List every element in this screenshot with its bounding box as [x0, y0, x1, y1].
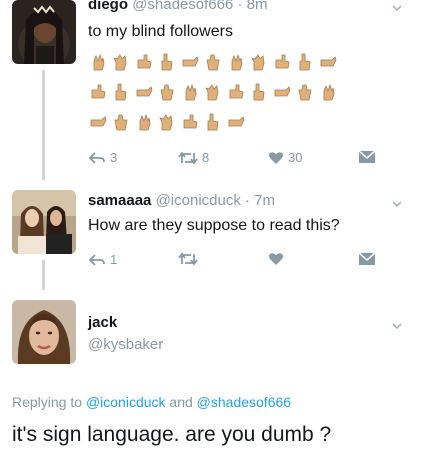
- like-count: 30: [288, 150, 303, 165]
- chevron-down-icon[interactable]: [391, 2, 403, 14]
- hand-emoji-icon: [159, 114, 173, 131]
- hand-emoji-icon: [228, 116, 245, 127]
- hand-emoji-icon: [207, 113, 219, 131]
- hand-emoji-icon: [160, 84, 174, 101]
- hand-emoji-icon: [298, 84, 312, 101]
- hand-emoji-icon: [136, 86, 153, 97]
- avatar-samaaaa[interactable]: [12, 190, 76, 254]
- envelope-icon: [358, 150, 376, 163]
- hand-emoji-icon: [253, 83, 265, 101]
- display-name[interactable]: diego: [88, 0, 128, 13]
- hand-emoji-icon: [139, 113, 151, 131]
- reply-button[interactable]: 1: [88, 252, 117, 267]
- tweet-text: How are they suppose to read this?: [88, 217, 340, 234]
- hand-emoji-icon: [185, 83, 197, 101]
- tweet-text: to my blind followers: [88, 23, 233, 40]
- mention-link[interactable]: @iconicduck: [86, 394, 166, 410]
- hand-emoji-icon: [274, 86, 291, 97]
- hand-emoji-icon: [90, 116, 107, 127]
- hand-emoji-icon: [114, 114, 128, 131]
- user-handle[interactable]: @kysbaker: [88, 336, 163, 353]
- like-button[interactable]: [268, 252, 284, 266]
- hand-emoji-icon: [323, 83, 335, 101]
- envelope-icon: [358, 252, 376, 265]
- replying-to-label: Replying to: [12, 394, 83, 410]
- retweet-button[interactable]: 8: [178, 150, 209, 165]
- avatar-samaaaa-image: [12, 190, 76, 254]
- chevron-down-icon[interactable]: [391, 198, 403, 210]
- chevron-down-icon[interactable]: [391, 320, 403, 332]
- and-word: and: [169, 394, 193, 410]
- hand-emoji-icon: [275, 54, 290, 69]
- avatar-jack-image: [12, 300, 76, 364]
- hand-emoji-icon: [320, 56, 337, 67]
- retweet-button[interactable]: [178, 252, 198, 266]
- thread-line: [42, 260, 45, 290]
- hand-emoji-icon: [183, 114, 198, 129]
- hand-emoji-icon: [115, 83, 127, 101]
- mention-link[interactable]: @shadesof666: [197, 394, 291, 410]
- heart-icon: [269, 151, 283, 164]
- like-button[interactable]: 30: [268, 150, 302, 165]
- dm-button[interactable]: [358, 252, 376, 266]
- avatar-jack[interactable]: [12, 300, 76, 364]
- retweet-count: 8: [202, 150, 210, 165]
- tweet-time[interactable]: · 8m: [237, 0, 267, 13]
- tweet-samaaaa[interactable]: samaaaa @iconicduck · 7m How are they su…: [0, 190, 421, 290]
- retweet-icon: [178, 252, 198, 266]
- retweet-icon: [178, 151, 198, 164]
- user-handle[interactable]: @iconicduck: [156, 192, 241, 209]
- tweet-actions: 1: [88, 252, 388, 270]
- reply-icon: [88, 151, 105, 164]
- tweet-text: it's sign language. are you dumb ?: [12, 423, 332, 446]
- reply-count: 1: [110, 252, 118, 267]
- tweet-diego[interactable]: diego @shadesof666 · 8m to my blind foll…: [0, 0, 421, 180]
- hand-emoji-icon: [137, 54, 152, 69]
- thread-line: [42, 70, 45, 180]
- reply-count: 3: [110, 150, 118, 165]
- tweet-time[interactable]: · 7m: [245, 192, 275, 209]
- hand-emoji-row: [88, 52, 338, 72]
- hand-emoji-icon: [205, 84, 219, 101]
- user-handle[interactable]: @shadesof666: [132, 0, 233, 13]
- reply-button[interactable]: 3: [88, 150, 117, 165]
- hand-emoji-icon: [206, 54, 220, 71]
- display-name[interactable]: samaaaa: [88, 192, 151, 209]
- hand-emoji-icon: [91, 84, 106, 99]
- hand-emoji-icon: [113, 54, 127, 71]
- avatar-diego[interactable]: [12, 0, 76, 64]
- hand-emoji-row: [88, 82, 338, 102]
- reply-icon: [88, 253, 105, 266]
- tweet-actions: 3 8 30: [88, 150, 388, 168]
- user-handle-row: @kysbaker: [88, 336, 163, 354]
- display-name[interactable]: jack: [88, 314, 117, 331]
- tweet-header: samaaaa @iconicduck · 7m: [88, 192, 275, 210]
- hand-emoji-icon: [182, 56, 199, 67]
- hand-emoji-icon: [161, 53, 173, 71]
- tweet-header: jack: [88, 314, 117, 332]
- replying-to: Replying to @iconicduck and @shadesof666: [12, 394, 291, 410]
- tweet-header: diego @shadesof666 · 8m: [88, 0, 267, 14]
- dm-button[interactable]: [358, 150, 376, 164]
- heart-icon: [269, 253, 283, 265]
- hand-emoji-icon: [299, 53, 311, 71]
- hand-emoji-row: [88, 112, 246, 132]
- hand-emoji-icon: [231, 53, 243, 71]
- hand-emoji-icon: [251, 54, 265, 71]
- avatar-diego-image: [12, 0, 76, 64]
- hand-emoji-icon: [93, 53, 105, 71]
- hand-emoji-icon: [229, 84, 244, 99]
